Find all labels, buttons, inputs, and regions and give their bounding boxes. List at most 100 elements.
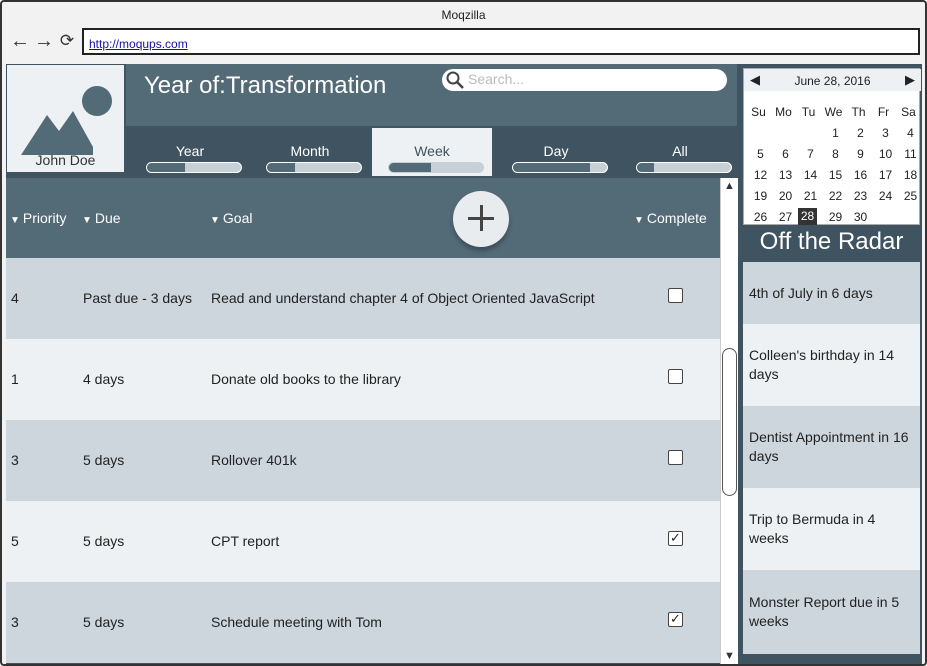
radar-item-text: Colleen's birthday in 14 days xyxy=(749,347,895,382)
calendar-day[interactable]: 30 xyxy=(848,210,873,224)
calendar-day-selected[interactable]: 28 xyxy=(798,208,817,225)
scroll-thumb[interactable] xyxy=(722,348,737,496)
complete-checkbox[interactable]: ✓ xyxy=(668,531,683,546)
tab-month[interactable]: Month xyxy=(250,128,370,176)
calendar-day[interactable]: 24 xyxy=(873,189,898,203)
calendar-week: 5 6 7 8 9 10 11 xyxy=(746,145,921,166)
table-row[interactable]: 4 Past due - 3 days Read and understand ch… xyxy=(6,258,720,339)
cell-goal: Rollover 401k xyxy=(211,452,297,468)
calendar-day[interactable]: 18 xyxy=(898,168,922,182)
cell-priority: 3 xyxy=(11,452,19,468)
window-title: Moqzilla xyxy=(441,8,486,22)
radar-item[interactable]: Monster Report due in 5 weeks xyxy=(743,570,920,654)
radar-list: 4th of July in 6 days Colleen's birthday … xyxy=(743,262,920,657)
calendar-day[interactable]: 8 xyxy=(823,147,848,161)
next-month-icon[interactable]: ▶ xyxy=(905,72,915,88)
column-header-due[interactable]: ▼ Due xyxy=(82,210,121,226)
complete-checkbox[interactable]: ✓ xyxy=(668,612,683,627)
table-scrollbar[interactable]: ▲ ▼ xyxy=(720,178,738,664)
calendar-week: 19 20 21 22 23 24 25 xyxy=(746,187,921,208)
calendar-day[interactable]: 20 xyxy=(773,189,798,203)
tab-label: Month xyxy=(290,143,330,159)
tab-all[interactable]: All xyxy=(620,128,740,176)
calendar-day[interactable]: 23 xyxy=(848,189,873,203)
back-arrow-icon[interactable]: ← xyxy=(10,30,30,52)
calendar-day[interactable]: 14 xyxy=(798,168,823,182)
weekday-label: Tu xyxy=(801,105,816,119)
table-row[interactable]: 1 4 days Donate old books to the library xyxy=(6,339,720,420)
user-name: John Doe xyxy=(35,152,96,168)
complete-checkbox[interactable] xyxy=(668,450,683,465)
radar-item[interactable]: 4th of July in 6 days xyxy=(743,262,920,324)
calendar-day[interactable]: 13 xyxy=(773,168,798,182)
tab-progress-bar xyxy=(388,162,484,173)
calendar-day[interactable]: 7 xyxy=(798,147,823,161)
calendar-day[interactable]: 3 xyxy=(873,126,898,140)
reload-icon[interactable]: ⟳ xyxy=(57,30,77,52)
radar-item[interactable]: Colleen's birthday in 14 days xyxy=(743,324,920,406)
address-bar[interactable]: http://moqups.com xyxy=(82,28,920,55)
calendar-day[interactable]: 27 xyxy=(773,210,798,224)
weekday-label: We xyxy=(824,105,843,119)
calendar-header: ◀ June 28, 2016 ▶ xyxy=(744,69,921,91)
calendar-day[interactable]: 17 xyxy=(873,168,898,182)
calendar-day[interactable]: 16 xyxy=(848,168,873,182)
radar-item[interactable]: Dentist Appointment in 16 days xyxy=(743,406,920,488)
cell-due: Past due - 3 days xyxy=(83,290,192,306)
calendar-day[interactable]: 25 xyxy=(898,189,922,203)
calendar-day[interactable]: 1 xyxy=(823,126,848,140)
cell-goal: Donate old books to the library xyxy=(211,371,401,387)
calendar-week: 1234 xyxy=(746,124,921,145)
radar-item[interactable]: Trip to Bermuda in 4 weeks xyxy=(743,488,920,570)
tab-year[interactable]: Year xyxy=(130,128,250,176)
table-row[interactable]: 3 5 days Schedule meeting with Tom ✓ xyxy=(6,582,720,663)
calendar-day[interactable]: 9 xyxy=(848,147,873,161)
column-header-priority[interactable]: ▼ Priority xyxy=(10,210,66,226)
sort-arrow-icon: ▼ xyxy=(10,215,20,226)
table-row[interactable]: 5 5 days CPT report ✓ xyxy=(6,501,720,582)
search-icon xyxy=(446,71,464,89)
table-row[interactable]: 3 5 days Rollover 401k xyxy=(6,420,720,501)
calendar-day[interactable]: 26 xyxy=(748,210,773,224)
scroll-up-icon[interactable]: ▲ xyxy=(724,180,735,192)
calendar-day[interactable]: 4 xyxy=(898,126,922,140)
column-header-goal[interactable]: ▼ Goal xyxy=(210,210,252,226)
period-tabs: Year Month Week Day All xyxy=(126,126,737,178)
calendar-day[interactable]: 19 xyxy=(748,189,773,203)
tab-week[interactable]: Week xyxy=(372,128,492,176)
navigation-bar: ← → ⟳ http://moqups.com xyxy=(2,28,925,58)
calendar-day[interactable]: 29 xyxy=(823,210,848,224)
cell-goal: Read and understand chapter 4 of Object … xyxy=(211,290,595,306)
weekday-label: Sa xyxy=(901,105,916,119)
url-link[interactable]: http://moqups.com xyxy=(89,37,188,51)
calendar-day[interactable]: 5 xyxy=(748,147,773,161)
page-header: Year of:Transformation Search... xyxy=(126,64,737,126)
add-goal-button[interactable] xyxy=(453,191,509,247)
sort-arrow-icon: ▼ xyxy=(82,215,92,226)
profile-card[interactable]: John Doe xyxy=(6,64,125,173)
cell-priority: 5 xyxy=(11,533,19,549)
calendar-day[interactable]: 15 xyxy=(823,168,848,182)
complete-checkbox[interactable] xyxy=(668,288,683,303)
calendar-day[interactable]: 10 xyxy=(873,147,898,161)
tab-day[interactable]: Day xyxy=(496,128,616,176)
scroll-down-icon[interactable]: ▼ xyxy=(724,650,735,662)
complete-checkbox[interactable] xyxy=(668,369,683,384)
calendar-day[interactable]: 2 xyxy=(848,126,873,140)
search-input[interactable]: Search... xyxy=(442,69,727,91)
cell-due: 5 days xyxy=(83,614,125,630)
calendar-day[interactable]: 22 xyxy=(823,189,848,203)
calendar-day[interactable]: 11 xyxy=(898,147,922,161)
tab-progress-fill xyxy=(147,163,185,172)
tab-progress-fill xyxy=(389,163,432,172)
tab-label: All xyxy=(672,143,688,159)
calendar-day[interactable]: 12 xyxy=(748,168,773,182)
calendar-day[interactable]: 6 xyxy=(773,147,798,161)
column-header-complete[interactable]: ▼ Complete xyxy=(634,210,707,226)
radar-item-text: 4th of July in 6 days xyxy=(749,284,873,301)
calendar-day[interactable]: 21 xyxy=(798,189,823,203)
plus-icon-vertical xyxy=(480,205,483,231)
app-area: John Doe Year of:Transformation Search..… xyxy=(6,64,922,664)
forward-arrow-icon[interactable]: → xyxy=(34,30,54,52)
goals-table-body: 4 Past due - 3 days Read and understand ch… xyxy=(6,258,720,664)
